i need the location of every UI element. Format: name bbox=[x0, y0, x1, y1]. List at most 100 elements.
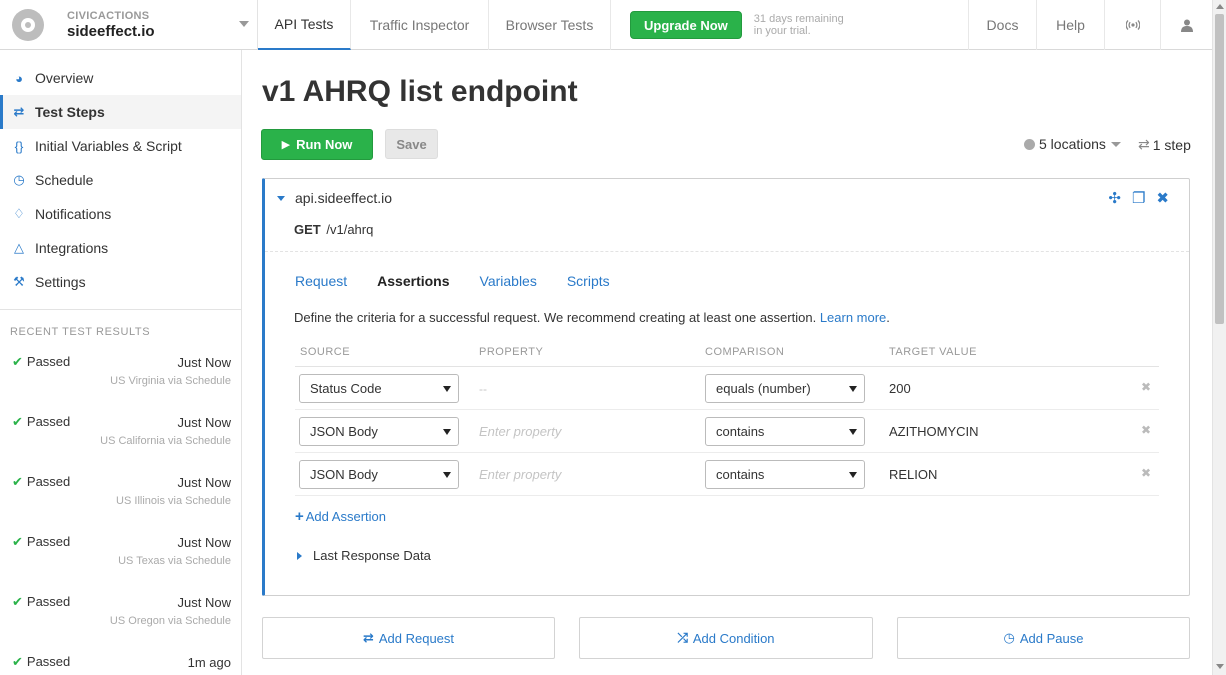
broadcast-button[interactable] bbox=[1104, 0, 1160, 50]
comparison-value: contains bbox=[716, 423, 765, 439]
http-method: GET bbox=[294, 222, 321, 237]
assertions-description-text: Define the criteria for a successful req… bbox=[294, 310, 817, 325]
dashboard-icon: ◕ bbox=[15, 70, 23, 86]
result-item[interactable]: ✔ Passed Just Now US Virginia via Schedul… bbox=[0, 348, 241, 408]
close-icon[interactable]: ✖ bbox=[1156, 189, 1169, 207]
table-row: Status Code -- equals (number) 200 ✖ bbox=[295, 367, 1159, 410]
col-comparison: COMPARISON bbox=[705, 345, 785, 358]
delete-icon[interactable]: ✖ bbox=[1141, 380, 1151, 394]
scroll-up-icon[interactable] bbox=[1216, 4, 1224, 9]
tab-scripts[interactable]: Scripts bbox=[567, 273, 610, 289]
target-value-field[interactable]: 200 bbox=[889, 381, 1159, 396]
recent-results-header: RECENT TEST RESULTS bbox=[10, 326, 151, 338]
sidebar-item-notifications[interactable]: ♢ Notifications bbox=[0, 197, 241, 231]
tab-api-tests[interactable]: API Tests bbox=[258, 0, 351, 50]
org-name: CIVICACTIONS bbox=[67, 10, 150, 22]
result-location: US California via Schedule bbox=[100, 435, 231, 447]
last-response-label: Last Response Data bbox=[313, 548, 431, 563]
result-item[interactable]: ✔ Passed Just Now US Illinois via Schedul… bbox=[0, 468, 241, 528]
delete-icon[interactable]: ✖ bbox=[1141, 423, 1151, 437]
sidebar-item-schedule[interactable]: ◷ Schedule bbox=[0, 163, 241, 197]
col-source: SOURCE bbox=[300, 345, 351, 358]
upgrade-now-button[interactable]: Upgrade Now bbox=[630, 10, 742, 39]
chevron-down-icon[interactable] bbox=[239, 21, 249, 27]
target-value-field[interactable]: AZITHOMYCIN bbox=[889, 424, 1159, 439]
sidebar-nav: ◕ Overview ⇄ Test Steps {} Initial Varia… bbox=[0, 50, 241, 310]
result-status-text: Passed bbox=[26, 534, 71, 549]
page-title: v1 AHRQ list endpoint bbox=[262, 75, 578, 108]
braces-icon: {} bbox=[14, 138, 24, 154]
tab-traffic-inspector[interactable]: Traffic Inspector bbox=[351, 0, 489, 50]
result-time: 1m ago bbox=[187, 655, 231, 670]
result-item[interactable]: ✔ Passed Just Now US Texas via Schedule bbox=[0, 528, 241, 588]
main-content: v1 AHRQ list endpoint ▶ Run Now Save 5 l… bbox=[242, 50, 1212, 675]
run-now-button[interactable]: ▶ Run Now bbox=[261, 129, 373, 160]
sidebar-item-overview[interactable]: ◕ Overview bbox=[0, 61, 241, 95]
result-location: US Virginia via Schedule bbox=[110, 375, 231, 387]
step-header[interactable]: api.sideeffect.io bbox=[277, 190, 392, 206]
upgrade-area: Upgrade Now 31 days remaining in your tr… bbox=[611, 0, 844, 49]
user-menu-button[interactable] bbox=[1160, 0, 1212, 50]
move-icon[interactable]: ✣ bbox=[1108, 189, 1121, 207]
comparison-value: contains bbox=[716, 466, 765, 482]
docs-link[interactable]: Docs bbox=[968, 0, 1036, 50]
tab-variables[interactable]: Variables bbox=[480, 273, 537, 289]
source-select[interactable]: JSON Body bbox=[299, 416, 459, 446]
divider bbox=[265, 251, 1189, 252]
property-empty: -- bbox=[479, 382, 487, 396]
step-request-line: GET /v1/ahrq bbox=[294, 222, 373, 237]
property-cell: -- bbox=[479, 380, 705, 396]
add-assertion-button[interactable]: + Add Assertion bbox=[295, 508, 386, 525]
add-request-button[interactable]: ⇄ Add Request bbox=[262, 617, 555, 659]
tab-browser-tests[interactable]: Browser Tests bbox=[489, 0, 611, 50]
user-icon bbox=[1180, 19, 1193, 32]
recent-results-list: ✔ Passed Just Now US Virginia via Schedul… bbox=[0, 348, 241, 675]
result-time: Just Now bbox=[177, 535, 231, 550]
comparison-cell: contains bbox=[705, 459, 889, 489]
step-card: api.sideeffect.io GET /v1/ahrq ✣ ❐ ✖ Req… bbox=[262, 178, 1190, 596]
caret-down-icon bbox=[1110, 141, 1121, 147]
bell-icon: ♢ bbox=[13, 206, 25, 221]
comparison-select[interactable]: equals (number) bbox=[705, 373, 865, 403]
tab-assertions[interactable]: Assertions bbox=[377, 273, 449, 289]
table-header: SOURCE PROPERTY COMPARISON TARGET VALUE bbox=[295, 337, 1159, 367]
property-input[interactable]: Enter property bbox=[479, 424, 561, 439]
source-value: JSON Body bbox=[310, 466, 378, 482]
delete-icon[interactable]: ✖ bbox=[1141, 466, 1151, 480]
property-input[interactable]: Enter property bbox=[479, 467, 561, 482]
assertions-description: Define the criteria for a successful req… bbox=[294, 310, 890, 325]
source-select[interactable]: Status Code bbox=[299, 373, 459, 403]
sidebar-item-label: Initial Variables & Script bbox=[35, 138, 182, 154]
add-condition-button[interactable]: ⤮ Add Condition bbox=[579, 617, 873, 659]
target-value-field[interactable]: RELION bbox=[889, 467, 1159, 482]
sidebar-item-initial-variables[interactable]: {} Initial Variables & Script bbox=[0, 129, 241, 163]
add-pause-button[interactable]: ◷ Add Pause bbox=[897, 617, 1190, 659]
check-icon: ✔ bbox=[12, 534, 23, 549]
tab-request[interactable]: Request bbox=[295, 273, 347, 289]
source-value: JSON Body bbox=[310, 423, 378, 439]
result-item[interactable]: ✔ Passed Just Now US Oregon via Schedule bbox=[0, 588, 241, 648]
sidebar-item-integrations[interactable]: △ Integrations bbox=[0, 231, 241, 265]
locations-dropdown[interactable]: 5 locations bbox=[1024, 136, 1121, 152]
select-arrow-icon bbox=[849, 428, 857, 435]
comparison-select[interactable]: contains bbox=[705, 416, 865, 446]
scrollbar-thumb[interactable] bbox=[1215, 14, 1224, 324]
comparison-select[interactable]: contains bbox=[705, 459, 865, 489]
step-host: api.sideeffect.io bbox=[295, 190, 393, 206]
last-response-toggle[interactable]: Last Response Data bbox=[297, 548, 431, 563]
page-scrollbar[interactable] bbox=[1212, 0, 1226, 675]
help-link[interactable]: Help bbox=[1036, 0, 1104, 50]
result-item[interactable]: ✔ Passed 1m ago bbox=[0, 648, 241, 675]
source-select[interactable]: JSON Body bbox=[299, 459, 459, 489]
sidebar-item-settings[interactable]: ⚒ Settings bbox=[0, 265, 241, 299]
exchange-icon: ⇄ bbox=[1138, 136, 1150, 152]
result-item[interactable]: ✔ Passed Just Now US California via Sched… bbox=[0, 408, 241, 468]
org-switcher[interactable]: CIVICACTIONS sideeffect.io bbox=[0, 0, 258, 50]
scroll-down-icon[interactable] bbox=[1216, 664, 1224, 669]
learn-more-link[interactable]: Learn more bbox=[820, 310, 886, 325]
duplicate-icon[interactable]: ❐ bbox=[1132, 189, 1145, 207]
source-cell: Status Code bbox=[295, 373, 479, 403]
result-status-text: Passed bbox=[26, 414, 71, 429]
save-button[interactable]: Save bbox=[385, 129, 438, 159]
sidebar-item-test-steps[interactable]: ⇄ Test Steps bbox=[0, 95, 241, 129]
